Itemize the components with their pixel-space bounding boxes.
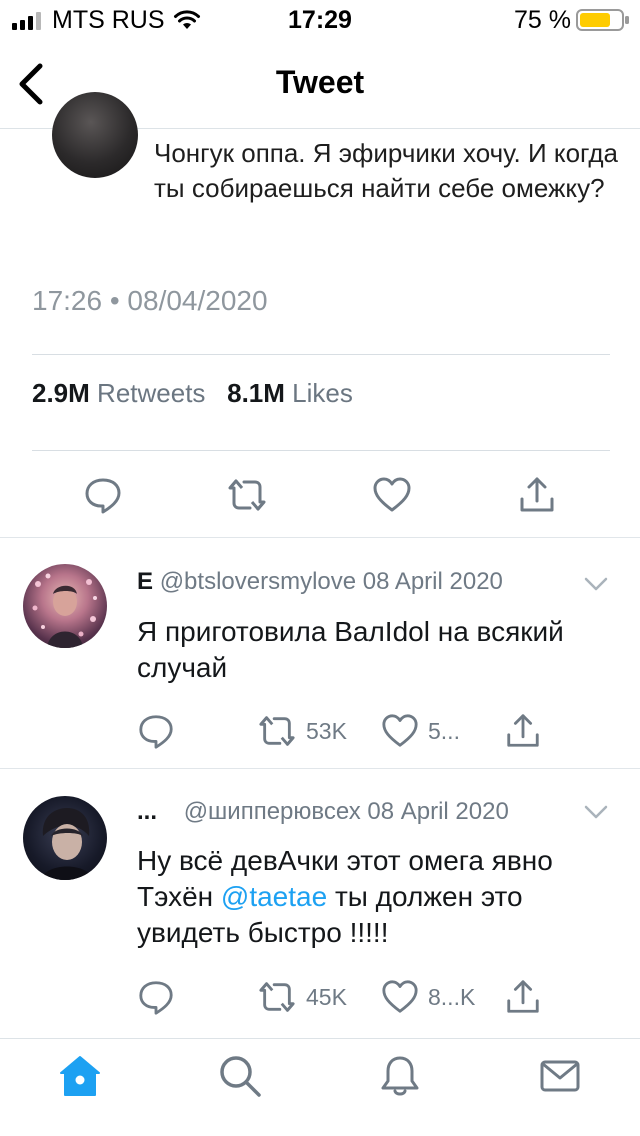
home-icon[interactable] (57, 1053, 103, 1099)
like-count: 8...K (428, 984, 476, 1010)
divider (32, 354, 610, 355)
reply-item[interactable]: ... @шипперювсех 08 April 2020 Ну всё де… (0, 769, 640, 1037)
tab-bar (0, 1039, 640, 1136)
search-icon[interactable] (217, 1053, 263, 1099)
reply-handle[interactable]: @шипперювсех (184, 798, 361, 825)
chevron-down-icon[interactable] (583, 802, 609, 822)
avatar[interactable] (23, 564, 107, 648)
reply-author-name[interactable]: E (137, 568, 153, 595)
divider (32, 450, 610, 451)
like-count: 5... (428, 718, 460, 744)
like-icon[interactable] (381, 978, 419, 1016)
retweets-label[interactable]: Retweets (97, 378, 205, 408)
share-icon[interactable] (504, 712, 542, 750)
tweet-image-avatar (52, 92, 138, 178)
retweet-count: 45K (306, 984, 347, 1010)
share-icon[interactable] (517, 475, 557, 515)
battery-percent: 75 % (514, 6, 571, 34)
reply-header: E @btsloversmylove 08 April 2020 (137, 568, 503, 596)
avatar-image (41, 808, 93, 880)
tweet-stats: 2.9M Retweets 8.1M Likes (32, 378, 353, 409)
reply-icon[interactable] (137, 978, 175, 1016)
reply-date: 08 April 2020 (367, 798, 509, 825)
likes-count[interactable]: 8.1M (227, 378, 285, 408)
messages-icon[interactable] (537, 1053, 583, 1099)
retweet-count: 53K (306, 718, 347, 744)
reply-handle[interactable]: @btsloversmylove (160, 568, 356, 595)
reply-text: Ну всё девАчки этот омега явно Тэхён @ta… (137, 843, 617, 951)
reply-date: 08 April 2020 (362, 568, 503, 595)
likes-label[interactable]: Likes (292, 378, 353, 408)
battery-icon (576, 9, 629, 31)
like-icon[interactable] (381, 712, 419, 750)
reply-text: Я приготовила ВалIdol на всякий случай (137, 616, 564, 683)
chevron-down-icon[interactable] (583, 574, 609, 594)
reply-item[interactable]: E @btsloversmylove 08 April 2020 Я приго… (0, 538, 640, 768)
avatar-image (32, 573, 97, 648)
share-icon[interactable] (504, 978, 542, 1016)
retweets-count[interactable]: 2.9M (32, 378, 90, 408)
reply-icon[interactable] (137, 712, 175, 750)
reply-header: ... @шипперювсех 08 April 2020 (137, 798, 509, 826)
status-bar: MTS RUS 17:29 75 % (0, 0, 640, 40)
retweet-icon[interactable] (258, 712, 296, 750)
retweet-icon[interactable] (227, 475, 267, 515)
tweet-text: Чонгук оппа. Я эфирчики хочу. И когда ты… (154, 138, 618, 203)
reply-author-name[interactable]: ... (137, 798, 157, 825)
avatar[interactable] (23, 796, 107, 880)
like-icon[interactable] (372, 475, 412, 515)
reply-icon[interactable] (83, 475, 123, 515)
mention-link[interactable]: @taetae (221, 881, 327, 912)
notifications-icon[interactable] (377, 1053, 423, 1099)
retweet-icon[interactable] (258, 978, 296, 1016)
tweet-timestamp: 17:26 • 08/04/2020 (32, 285, 268, 316)
